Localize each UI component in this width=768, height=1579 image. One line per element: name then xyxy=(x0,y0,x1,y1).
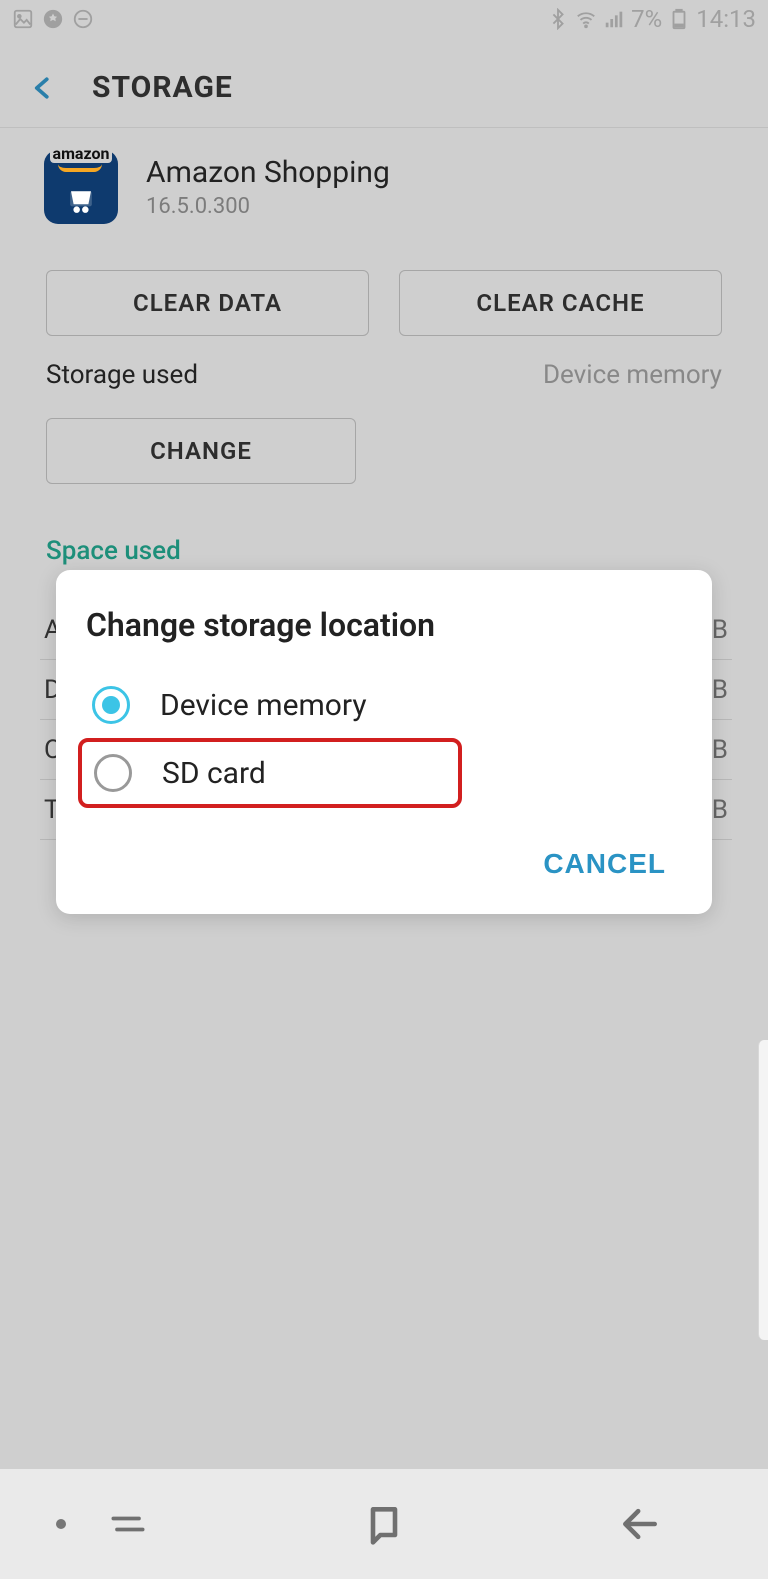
back-icon[interactable] xyxy=(28,73,58,103)
radio-label: Device memory xyxy=(160,688,367,723)
status-left xyxy=(12,8,94,30)
app-version: 16.5.0.300 xyxy=(146,194,390,219)
clear-buttons-row: CLEAR DATA CLEAR CACHE xyxy=(46,270,722,336)
header: STORAGE xyxy=(0,48,768,128)
gear-badge-icon xyxy=(42,8,64,30)
cancel-button[interactable]: CANCEL xyxy=(537,838,672,890)
change-button[interactable]: CHANGE xyxy=(46,418,356,484)
nav-bar xyxy=(0,1469,768,1579)
status-bar: 7% 14:13 xyxy=(0,0,768,38)
clear-data-button[interactable]: CLEAR DATA xyxy=(46,270,369,336)
radio-device-memory[interactable]: Device memory xyxy=(86,672,682,738)
storage-used-row: Storage used Device memory xyxy=(46,360,722,390)
clear-cache-button[interactable]: CLEAR CACHE xyxy=(399,270,722,336)
clock-text: 14:13 xyxy=(696,5,756,33)
nav-indicator-dot xyxy=(56,1519,66,1529)
app-texts: Amazon Shopping 16.5.0.300 xyxy=(146,155,390,219)
space-used-title: Space used xyxy=(46,536,181,566)
dialog-title: Change storage location xyxy=(86,606,682,644)
app-info-row: amazon Amazon Shopping 16.5.0.300 xyxy=(44,150,724,224)
home-icon[interactable] xyxy=(362,1502,406,1546)
signal-icon xyxy=(603,8,625,30)
screen: 7% 14:13 STORAGE amazon Amazon Shopping … xyxy=(0,0,768,1579)
recents-icon[interactable] xyxy=(106,1502,150,1546)
radio-label: SD card xyxy=(162,756,266,791)
storage-used-label: Storage used xyxy=(46,360,198,390)
app-icon: amazon xyxy=(44,150,118,224)
bluetooth-icon xyxy=(547,8,569,30)
battery-icon xyxy=(668,8,690,30)
image-icon xyxy=(12,8,34,30)
page-title: STORAGE xyxy=(92,70,233,105)
change-storage-dialog: Change storage location Device memory SD… xyxy=(56,570,712,914)
minus-circle-icon xyxy=(72,8,94,30)
storage-used-value: Device memory xyxy=(543,360,722,390)
battery-pct: 7% xyxy=(631,5,662,33)
app-name: Amazon Shopping xyxy=(146,155,390,190)
scrollbar[interactable] xyxy=(758,1040,768,1340)
status-right: 7% 14:13 xyxy=(547,5,756,33)
dialog-actions: CANCEL xyxy=(86,838,682,890)
back-nav-icon[interactable] xyxy=(618,1502,662,1546)
radio-icon xyxy=(94,754,132,792)
wifi-icon xyxy=(575,8,597,30)
radio-icon xyxy=(92,686,130,724)
radio-sd-card[interactable]: SD card xyxy=(88,748,452,798)
highlight-annotation: SD card xyxy=(78,738,462,808)
